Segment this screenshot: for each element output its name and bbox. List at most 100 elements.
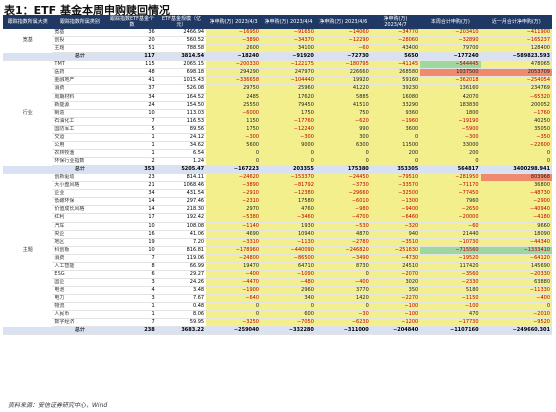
table-row: 电力 3 7.67 −640 340 1420 −2270 −1150 −400 (3, 294, 552, 304)
count-cell: 37 (107, 84, 157, 94)
scale-cell: 108.08 (156, 222, 207, 231)
flow-cell: 2600 (206, 44, 261, 54)
total-flow-cell: 564817 (420, 165, 481, 175)
flow-cell: −1140 (206, 222, 261, 231)
total-row: 总计 353 5205.47 −167223 203355 175380 353305 564… (3, 165, 552, 175)
flow-cell: −100 (420, 302, 481, 312)
flow-cell: 25550 (206, 101, 261, 110)
etf-flow-table: 跟踪指数所属大类 跟踪指数所属类别 跟踪指数ETF基金个数 ETF基金规模（亿元） 净申… (3, 15, 552, 336)
scale-cell: 113.03 (156, 109, 207, 118)
scale-cell: 24.12 (156, 133, 207, 142)
scale-cell: 3.48 (156, 286, 207, 296)
count-cell: 10 (107, 246, 157, 255)
flow-cell: −86500 (261, 254, 316, 263)
flow-cell: −2070 (370, 270, 421, 279)
category-cell: 科创板 (52, 246, 108, 255)
flow-cell: −336658 (206, 76, 261, 86)
table-row: 价值成长风格 14 218.30 2970 4760 −980 −9400 −2650 −409… (3, 205, 552, 215)
flow-cell: −480 (261, 278, 316, 288)
column-header: 跟踪指数所属大类 (3, 15, 53, 29)
flow-cell: 1750 (206, 125, 261, 134)
scale-cell: 66.99 (156, 262, 207, 271)
category-cell: 石油化工 (52, 117, 108, 126)
flow-cell: −24800 (206, 254, 261, 263)
flow-cell: −64120 (480, 254, 552, 263)
flow-cell: 33290 (370, 101, 421, 110)
count-cell: 7 (107, 117, 157, 126)
category-cell: 企业 (52, 189, 108, 199)
count-cell: 16 (107, 230, 157, 239)
flow-cell: −1200 (370, 318, 421, 328)
category-cell: 医药 (52, 68, 108, 78)
flow-cell: −715560 (420, 246, 481, 255)
flow-cell: 79700 (420, 44, 481, 54)
flow-cell: 183830 (420, 101, 481, 110)
flow-cell: −6460 (370, 213, 421, 223)
flow-cell: −30 (315, 310, 371, 320)
total-row: 总计 117 3814.54 −18240 −91920 −72730 5650 −17724… (3, 52, 552, 62)
flow-cell: −178960 (206, 246, 261, 255)
flow-cell: 7960 (420, 197, 481, 207)
count-cell: 1 (107, 310, 157, 320)
count-cell: 8 (107, 262, 157, 271)
table-header: 跟踪指数所属大类 跟踪指数所属类别 跟踪指数ETF基金个数 ETF基金规模（亿元） 净申… (3, 15, 552, 29)
flow-cell: 5180 (420, 286, 481, 296)
flow-cell: 19470 (206, 262, 261, 271)
flow-cell: 24510 (370, 262, 421, 271)
total-spacer (3, 326, 53, 336)
source-note: 资料来源：安信证券研究中心，Wind (8, 402, 108, 409)
total-flow-cell: −177240 (420, 52, 481, 62)
count-cell: 3 (107, 294, 157, 304)
count-cell: 17 (107, 213, 157, 223)
total-label: 总计 (52, 326, 108, 336)
flow-cell: 63880 (480, 278, 552, 288)
count-cell: 6 (107, 270, 157, 279)
table-row: 周期材料 34 164.52 2485 17620 5885 16080 42070 −6532… (3, 93, 552, 102)
total-flow-cell: −311000 (315, 326, 371, 336)
scale-cell: 24.26 (156, 278, 207, 288)
flow-cell: −79510 (370, 173, 421, 183)
table-row: 国防军工 5 89.56 1750 −12240 990 3600 −5900 35050 (3, 125, 552, 134)
flow-cell: 0 (315, 302, 371, 312)
flow-cell: 1800 (420, 109, 481, 118)
flow-cell: −281950 (420, 173, 481, 183)
table-row: 企业 34 431.54 −2910 −12380 −29660 −32500 −77450−… (3, 189, 552, 199)
flow-cell: −6010 (315, 197, 371, 207)
scale-cell: 0.48 (156, 302, 207, 312)
flow-cell: −3560 (420, 270, 481, 279)
column-header: 净申购(万) 2023/4/7 (370, 15, 421, 29)
flow-cell: 3770 (315, 286, 371, 296)
flow-cell: −153370 (261, 173, 316, 183)
scale-cell: 89.56 (156, 125, 207, 134)
scale-cell: 526.08 (156, 84, 207, 94)
scale-cell: 814.11 (156, 173, 207, 183)
table-row: 消费 37 526.08 29750 25960 41220 39230 136160 2347… (3, 84, 552, 94)
flow-cell: −3460 (261, 213, 316, 223)
count-cell: 20 (107, 36, 157, 46)
flow-cell: −12290 (315, 36, 371, 46)
table-row: 交运 1 24.12 −300 −300 300 0 −300 −350 (3, 133, 552, 142)
count-cell: 5 (107, 125, 157, 134)
flow-cell: −440090 (261, 246, 316, 255)
flow-cell: 117420 (420, 262, 481, 271)
scale-cell: 6.54 (156, 149, 207, 159)
column-header: 跟踪指数ETF基金个数 (107, 15, 157, 29)
flow-cell: −100 (370, 302, 421, 312)
category-cell: TMT (52, 60, 108, 70)
count-cell: 10 (107, 222, 157, 231)
flow-cell: 200 (420, 149, 481, 159)
table-row: 环保行业指数 2 1.24 0 0 0 0 0 0 (3, 157, 552, 167)
flow-cell: 59160 (370, 76, 421, 86)
flow-cell: −300 (206, 133, 261, 142)
count-cell: 51 (107, 44, 157, 54)
flow-cell: −14060 (315, 29, 371, 38)
total-flow-cell: −249660.301 (480, 326, 552, 336)
flow-cell: 4870 (315, 230, 371, 239)
flow-cell: 11500 (370, 141, 421, 150)
scale-cell: 297.46 (156, 197, 207, 207)
flow-cell: −10730 (420, 238, 481, 247)
count-cell: 10 (107, 109, 157, 118)
scale-cell: 2065.15 (156, 60, 207, 70)
count-cell: 7 (107, 254, 157, 263)
flow-cell: −254054 (480, 76, 552, 86)
